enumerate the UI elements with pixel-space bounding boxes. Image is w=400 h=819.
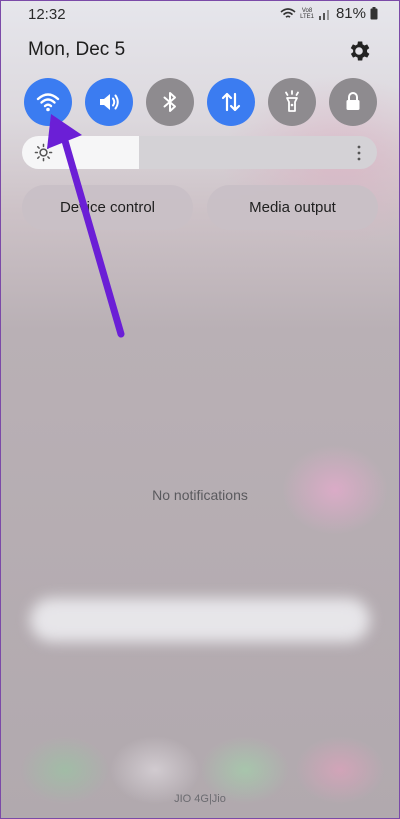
media-output-button[interactable]: Media output bbox=[207, 185, 378, 230]
data-arrows-icon bbox=[221, 92, 241, 112]
status-time: 12:32 bbox=[28, 6, 66, 23]
mobile-data-tile[interactable] bbox=[207, 78, 255, 126]
more-options-icon[interactable] bbox=[357, 145, 361, 161]
volte-label: Vo8 bbox=[301, 7, 313, 14]
volte-indicator: Vo8 LTE1 bbox=[300, 8, 314, 20]
wifi-icon bbox=[36, 93, 60, 112]
quick-settings-tiles bbox=[24, 78, 378, 126]
lock-icon bbox=[346, 92, 360, 110]
volume-icon bbox=[100, 94, 119, 110]
wifi-status-icon bbox=[280, 7, 296, 18]
sun-icon bbox=[34, 143, 53, 162]
battery-percent: 81% bbox=[335, 5, 366, 22]
sound-tile[interactable] bbox=[85, 78, 133, 126]
lte-label: LTE1 bbox=[300, 13, 314, 20]
status-bar: 12:32 Vo8 LTE1 81% bbox=[0, 0, 400, 28]
screen-lock-tile[interactable] bbox=[329, 78, 377, 126]
date-label: Mon, Dec 5 bbox=[28, 39, 126, 60]
wifi-tile[interactable] bbox=[24, 78, 72, 126]
device-control-button[interactable]: Device control bbox=[22, 185, 193, 230]
blurred-search-bar bbox=[30, 598, 370, 642]
status-icons: Vo8 LTE1 81% bbox=[280, 5, 378, 22]
settings-gear-icon[interactable] bbox=[346, 38, 372, 64]
carrier-label: JIO 4G|Jio bbox=[174, 793, 226, 805]
bluetooth-tile[interactable] bbox=[146, 78, 194, 126]
flashlight-tile[interactable] bbox=[268, 78, 316, 126]
bluetooth-icon bbox=[163, 92, 176, 112]
brightness-slider[interactable] bbox=[22, 136, 377, 169]
no-notifications-label: No notifications bbox=[152, 487, 248, 503]
signal-icon bbox=[318, 9, 329, 20]
battery-icon bbox=[370, 7, 378, 20]
flashlight-icon bbox=[285, 90, 299, 112]
